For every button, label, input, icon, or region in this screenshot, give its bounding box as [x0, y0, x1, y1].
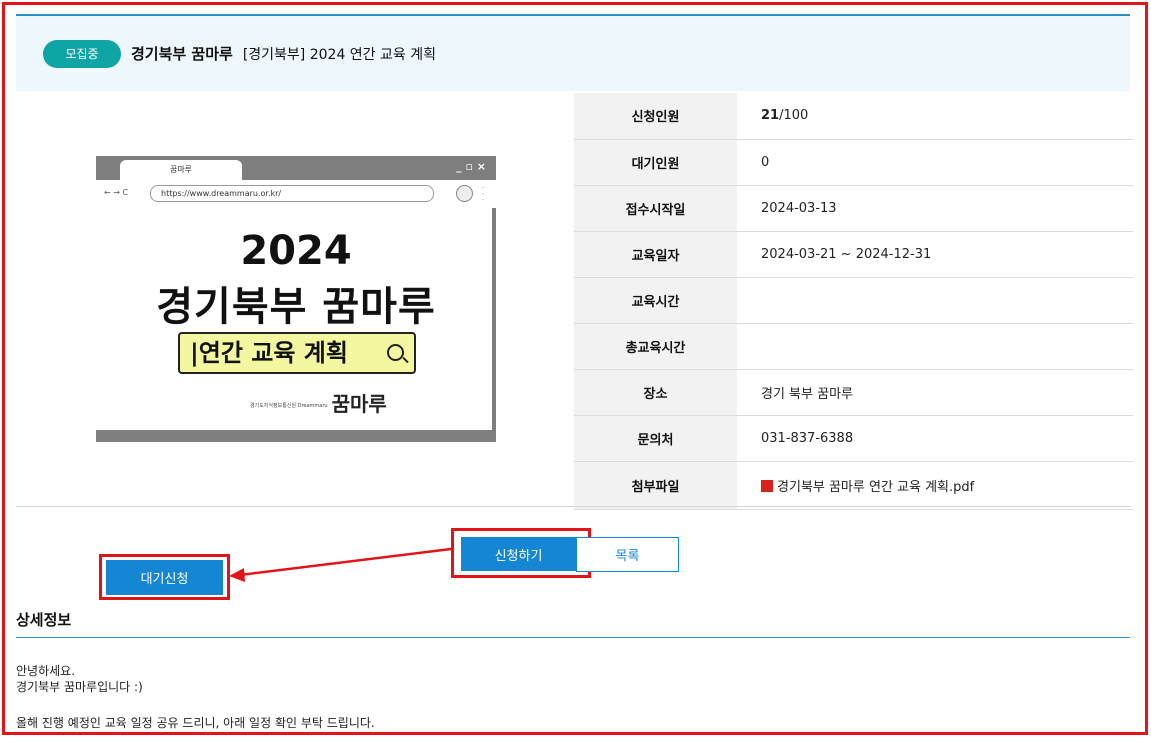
list-button[interactable]: 목록 [576, 537, 679, 572]
detail-section-title: 상세정보 [16, 611, 72, 629]
info-label: 접수시작일 [574, 185, 737, 232]
info-label: 장소 [574, 369, 737, 416]
info-label: 첨부파일 [574, 461, 737, 510]
thumbnail-address-bar: https://www.dreammaru.or.kr/ [150, 185, 434, 202]
attachment-link[interactable]: 경기북부 꿈마루 연간 교육 계획.pdf [777, 480, 974, 495]
program-title: [경기북부] 2024 연간 교육 계획 [242, 46, 436, 63]
logo-text: 꿈마루 [331, 392, 387, 416]
info-label: 교육시간 [574, 277, 737, 324]
divider [16, 506, 1130, 507]
waitlist-button[interactable]: 대기신청 [106, 560, 223, 595]
program-header: 모집중 경기북부 꿈마루 [경기북부] 2024 연간 교육 계획 [16, 14, 1130, 91]
info-row-waiting: 대기인원 0 [574, 139, 1133, 186]
info-row-edu-time: 교육시간 [574, 277, 1133, 324]
browser-nav-icon: ← → C [104, 188, 129, 197]
info-row-applicants: 신청인원 21/100 [574, 93, 1133, 140]
info-label: 신청인원 [574, 93, 737, 140]
window-controls-icon: _ ▫ × [456, 160, 486, 173]
info-value [737, 277, 1133, 324]
info-label: 문의처 [574, 415, 737, 462]
info-row-location: 장소 경기 북부 꿈마루 [574, 369, 1133, 416]
detail-line: 경기북부 꿈마루입니다 :) [16, 680, 143, 694]
magnifier-icon [387, 344, 404, 361]
pdf-icon [761, 479, 773, 492]
info-value: 031-837-6388 [737, 415, 1133, 462]
program-thumbnail: 꿈마루 _ ▫ × ← → C https://www.dreammaru.or… [96, 156, 496, 442]
detail-line: 안녕하세요. [16, 664, 76, 678]
thumbnail-address-row: ← → C https://www.dreammaru.or.kr/ · · · [96, 180, 496, 208]
thumbnail-search-text: |연간 교육 계획 [190, 339, 348, 367]
info-value: 0 [737, 139, 1133, 186]
info-value: 경기북부 꿈마루 연간 교육 계획.pdf [737, 461, 1133, 510]
detail-divider [16, 637, 1130, 638]
info-row-attachment: 첨부파일 경기북부 꿈마루 연간 교육 계획.pdf [574, 461, 1133, 510]
info-row-start-date: 접수시작일 2024-03-13 [574, 185, 1133, 232]
info-label: 대기인원 [574, 139, 737, 186]
apply-button[interactable]: 신청하기 [461, 537, 576, 571]
detail-line: 올해 진행 예정인 교육 일정 공유 드리니, 아래 일정 확인 부탁 드립니다… [16, 716, 375, 730]
info-value: 경기 북부 꿈마루 [737, 369, 1133, 416]
info-row-total-time: 총교육시간 [574, 323, 1133, 370]
program-info-table: 신청인원 21/100 대기인원 0 접수시작일 2024-03-13 교육일자… [574, 93, 1133, 510]
thumbnail-tab-bar: 꿈마루 _ ▫ × [96, 156, 496, 180]
info-row-edu-dates: 교육일자 2024-03-21 ~ 2024-12-31 [574, 231, 1133, 278]
info-value: 2024-03-21 ~ 2024-12-31 [737, 231, 1133, 278]
status-badge: 모집중 [43, 39, 121, 68]
info-value [737, 323, 1133, 370]
thumbnail-year: 2024 [240, 228, 352, 274]
more-dots-icon: · · · [482, 184, 485, 204]
dreammaru-logo: 경기도지식정보통신원 Dreammaru 꿈마루 [250, 388, 387, 417]
thumbnail-search-box: |연간 교육 계획 [178, 332, 416, 374]
applicant-capacity: /100 [779, 108, 809, 124]
info-label: 교육일자 [574, 231, 737, 278]
detail-body: 안녕하세요. 경기북부 꿈마루입니다 :) 올해 진행 예정인 교육 일정 공유… [16, 663, 375, 731]
profile-circle-icon [456, 185, 473, 202]
info-value: 2024-03-13 [737, 185, 1133, 232]
thumbnail-tab: 꿈마루 [120, 160, 242, 180]
info-label: 총교육시간 [574, 323, 737, 370]
thumbnail-bottom-bar [96, 430, 496, 442]
info-value: 21/100 [737, 93, 1133, 140]
applicant-count: 21 [761, 108, 780, 124]
logo-subtext: 경기도지식정보통신원 Dreammaru [250, 403, 328, 409]
thumbnail-name: 경기북부 꿈마루 [156, 284, 436, 330]
organization-name: 경기북부 꿈마루 [131, 45, 233, 63]
info-row-contact: 문의처 031-837-6388 [574, 415, 1133, 462]
